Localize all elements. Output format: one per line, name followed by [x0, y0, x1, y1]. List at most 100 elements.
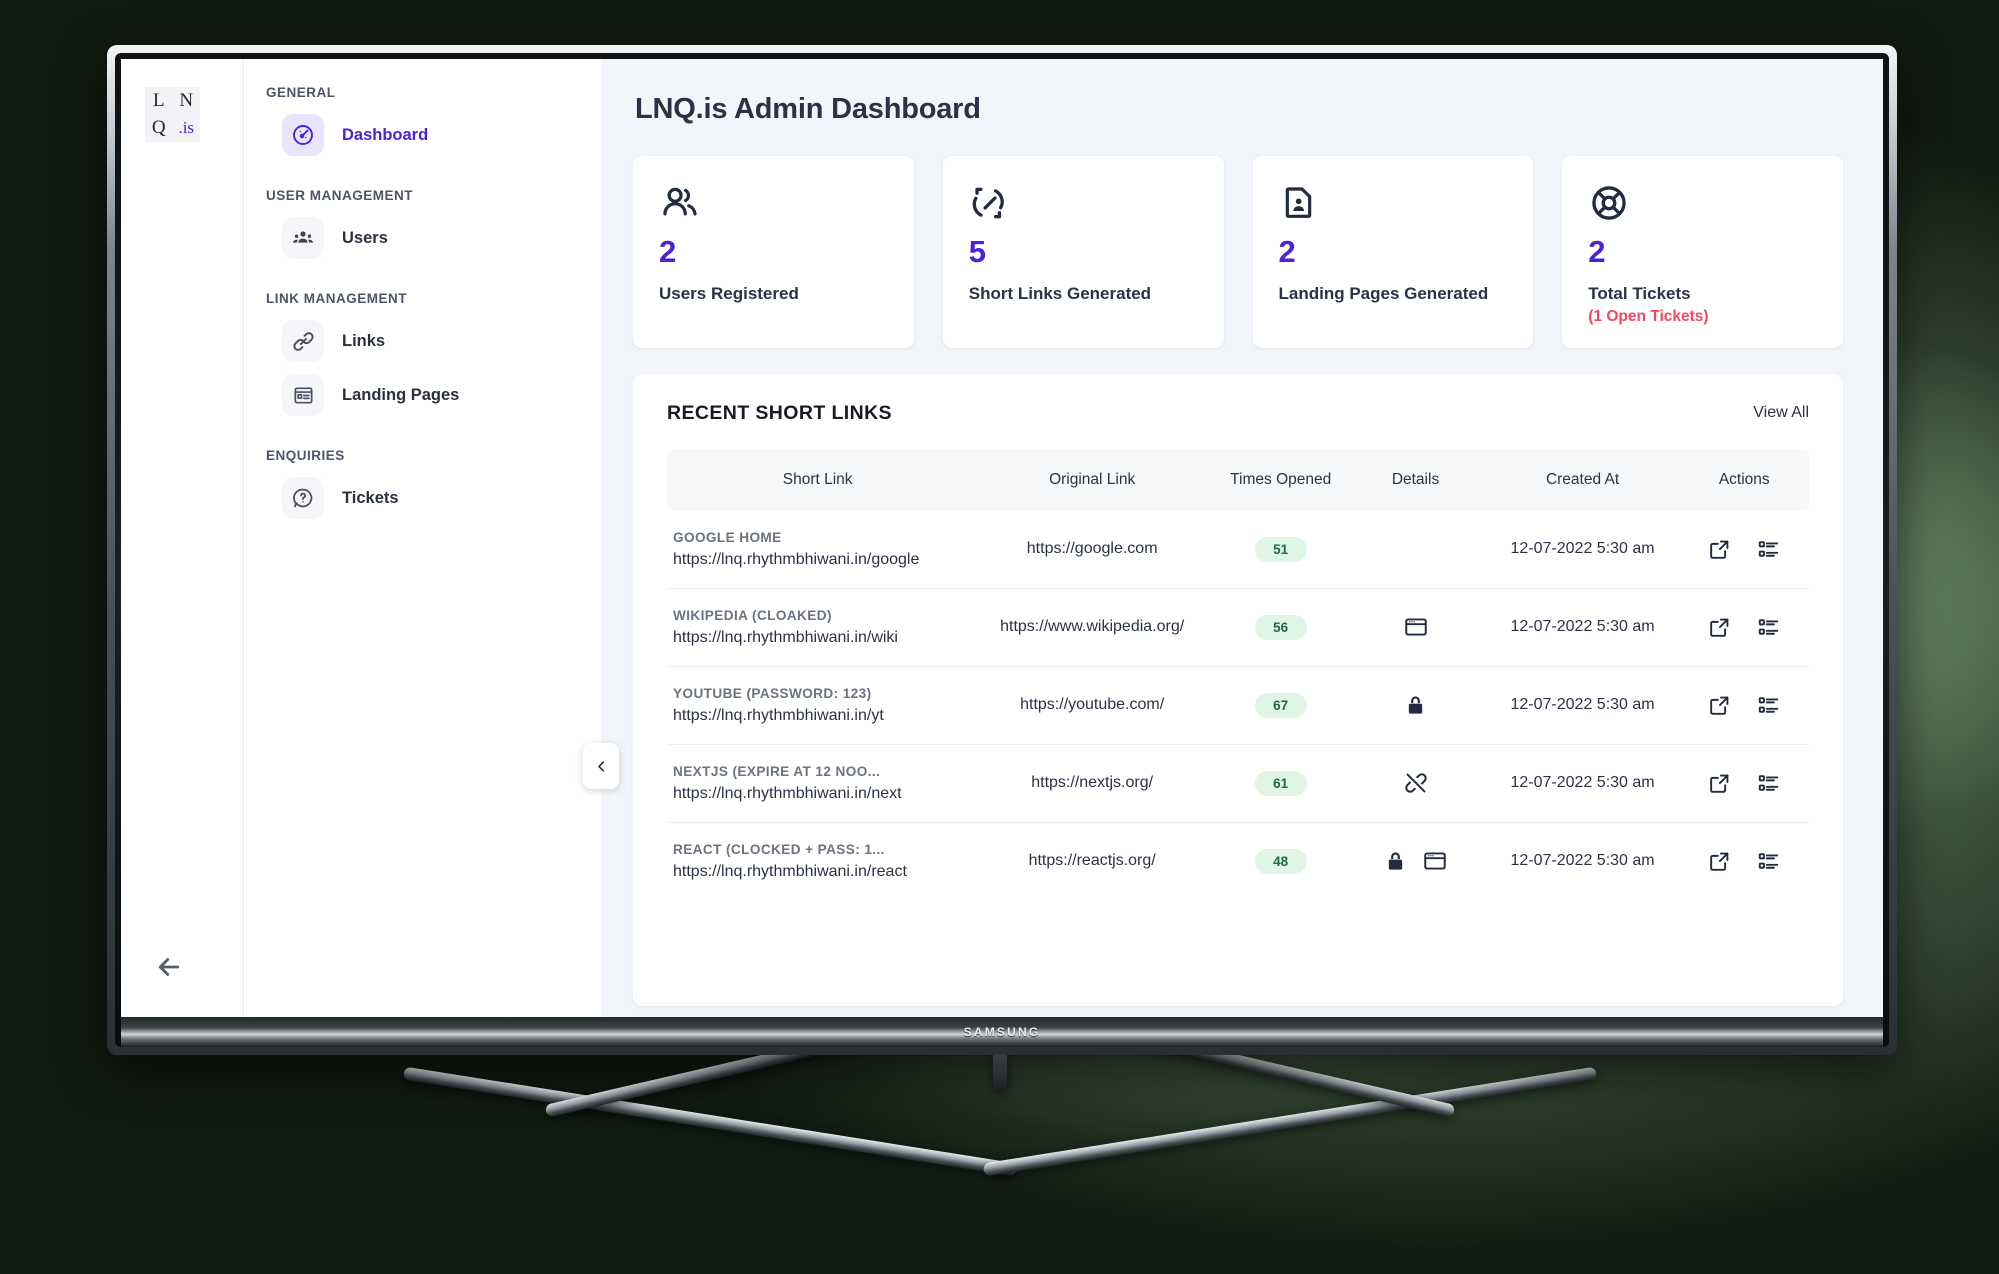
row-actions — [1686, 537, 1803, 562]
created-at-value: 12-07-2022 5:30 am — [1510, 696, 1655, 714]
sidebar-item-dashboard[interactable]: Dashboard — [276, 108, 438, 162]
open-external-icon[interactable] — [1707, 693, 1732, 718]
lock-icon — [1383, 849, 1408, 874]
sidebar-item-users[interactable]: Users — [276, 211, 398, 265]
stat-card-total-tickets[interactable]: 2 Total Tickets (1 Open Tickets) — [1562, 156, 1843, 348]
column-header-created-at: Created At — [1485, 448, 1680, 511]
times-opened-badge: 48 — [1254, 848, 1307, 874]
original-link-url[interactable]: https://nextjs.org/ — [1031, 774, 1153, 791]
logo-letter-l: L — [152, 89, 165, 111]
table-header: Short Link Original Link Times Opened De… — [667, 448, 1809, 511]
stat-label: Total Tickets — [1588, 284, 1691, 303]
short-link-url[interactable]: https://lnq.rhythmbhiwani.in/react — [673, 863, 962, 881]
unlink-icon — [1403, 770, 1429, 796]
cell-times-opened: 56 — [1215, 588, 1346, 667]
tv-chin: SAMSUNG — [121, 1017, 1883, 1047]
nav-group-title: GENERAL — [266, 85, 336, 100]
original-link-url[interactable]: https://youtube.com/ — [1020, 696, 1164, 713]
details-list-icon[interactable] — [1756, 537, 1781, 562]
details-list-icon[interactable] — [1756, 849, 1781, 874]
sidebar-item-landing-pages[interactable]: Landing Pages — [276, 368, 469, 422]
cell-created-at: 12-07-2022 5:30 am — [1486, 822, 1680, 900]
arrow-left-icon[interactable] — [149, 947, 189, 987]
column-header-original-link: Original Link — [968, 448, 1216, 511]
stat-card-short-links[interactable]: 5 Short Links Generated — [942, 156, 1224, 348]
open-external-icon[interactable] — [1707, 849, 1732, 874]
sidebar-logo-column: L N Q .is — [121, 59, 244, 1017]
table-body: GOOGLE HOME https://lnq.rhythmbhiwani.in… — [667, 510, 1809, 900]
original-link-url[interactable]: https://www.wikipedia.org/ — [1000, 618, 1184, 635]
cell-short-link: GOOGLE HOME https://lnq.rhythmbhiwani.in… — [667, 510, 969, 589]
users-group-icon — [282, 217, 324, 259]
cell-details — [1345, 744, 1486, 823]
short-link-name: REACT (CLOCKED + PASS: 1... — [673, 841, 885, 857]
question-bubble-icon — [282, 477, 324, 519]
column-header-actions: Actions — [1679, 448, 1809, 511]
broken-link-icon — [969, 180, 1198, 226]
cell-original-link: https://google.com — [968, 510, 1216, 589]
stat-cards: 2 Users Registered 5 Short Links Generat… — [633, 156, 1843, 348]
sidebar-item-tickets[interactable]: Tickets — [276, 471, 409, 525]
sidebar-nav: GENERAL Dashboard USER MANAGEMENT Users … — [244, 59, 601, 1017]
times-opened-badge: 56 — [1254, 614, 1307, 640]
sidebar-item-label: Dashboard — [342, 125, 429, 144]
cell-short-link: YOUTUBE (PASSWORD: 123) https://lnq.rhyt… — [667, 666, 969, 745]
link-chain-icon — [282, 320, 324, 362]
original-link-url[interactable]: https://reactjs.org/ — [1029, 852, 1156, 869]
cell-original-link: https://youtube.com/ — [968, 666, 1216, 745]
page-title: LNQ.is Admin Dashboard — [635, 93, 981, 125]
stat-value: 2 — [1278, 234, 1296, 269]
short-link-name: GOOGLE HOME — [673, 529, 782, 545]
stat-label: Users Registered — [659, 284, 799, 303]
open-external-icon[interactable] — [1707, 537, 1732, 562]
details-list-icon[interactable] — [1756, 693, 1781, 718]
times-opened-badge: 61 — [1254, 770, 1307, 796]
cell-short-link: REACT (CLOCKED + PASS: 1... https://lnq.… — [667, 822, 968, 900]
open-external-icon[interactable] — [1707, 771, 1732, 796]
chevron-left-icon — [594, 759, 609, 774]
recent-short-links-panel: RECENT SHORT LINKS View All Short Link O… — [633, 373, 1843, 1006]
stat-value: 5 — [968, 234, 986, 269]
nav-group-general: GENERAL Dashboard — [266, 85, 601, 162]
short-link-name: YOUTUBE (PASSWORD: 123) — [673, 685, 872, 701]
sidebar-collapse-button[interactable] — [583, 743, 619, 789]
panel-header: RECENT SHORT LINKS View All — [667, 402, 1809, 425]
row-actions — [1686, 615, 1803, 640]
original-link-url[interactable]: https://google.com — [1027, 540, 1158, 557]
app-logo[interactable]: L N Q .is — [145, 87, 200, 142]
cell-created-at: 12-07-2022 5:30 am — [1485, 744, 1680, 823]
cell-actions — [1680, 822, 1809, 900]
created-at-value: 12-07-2022 5:30 am — [1510, 852, 1655, 870]
short-link-url[interactable]: https://lnq.rhythmbhiwani.in/wiki — [673, 629, 962, 647]
details-list-icon[interactable] — [1756, 771, 1781, 796]
short-link-url[interactable]: https://lnq.rhythmbhiwani.in/next — [673, 785, 962, 803]
stat-card-landing-pages[interactable]: 2 Landing Pages Generated — [1252, 156, 1534, 348]
cell-details — [1345, 822, 1485, 900]
tv-inner-bezel: L N Q .is GENERAL Dashboard USER MANAGEM… — [115, 53, 1889, 1047]
open-external-icon[interactable] — [1707, 615, 1732, 640]
sidebar-item-links[interactable]: Links — [276, 314, 395, 368]
cell-created-at: 12-07-2022 5:30 am — [1485, 666, 1680, 745]
sidebar-item-label: Tickets — [342, 488, 399, 507]
cloaked-browser-icon — [1403, 614, 1429, 640]
nav-group-user-management: USER MANAGEMENT Users — [266, 188, 601, 265]
view-all-link[interactable]: View All — [1753, 404, 1809, 422]
row-actions — [1686, 849, 1803, 874]
cell-original-link: https://www.wikipedia.org/ — [968, 588, 1216, 667]
times-opened-badge: 67 — [1254, 692, 1307, 718]
details-icons — [1351, 848, 1479, 874]
cell-created-at: 12-07-2022 5:30 am — [1485, 588, 1680, 667]
cell-original-link: https://nextjs.org/ — [968, 744, 1216, 823]
short-link-url[interactable]: https://lnq.rhythmbhiwani.in/yt — [673, 707, 962, 725]
details-list-icon[interactable] — [1756, 615, 1781, 640]
stat-label: Short Links Generated — [968, 284, 1152, 303]
short-link-url[interactable]: https://lnq.rhythmbhiwani.in/google — [673, 551, 962, 569]
stat-card-users-registered[interactable]: 2 Users Registered — [633, 156, 914, 348]
table-row: YOUTUBE (PASSWORD: 123) https://lnq.rhyt… — [667, 666, 1809, 745]
cell-times-opened: 67 — [1215, 666, 1346, 745]
created-at-value: 12-07-2022 5:30 am — [1510, 540, 1655, 558]
lifebuoy-icon — [1588, 180, 1817, 226]
sidebar-item-label: Users — [342, 228, 388, 247]
brand-logo: SAMSUNG — [963, 1025, 1041, 1039]
details-icons — [1351, 693, 1479, 718]
